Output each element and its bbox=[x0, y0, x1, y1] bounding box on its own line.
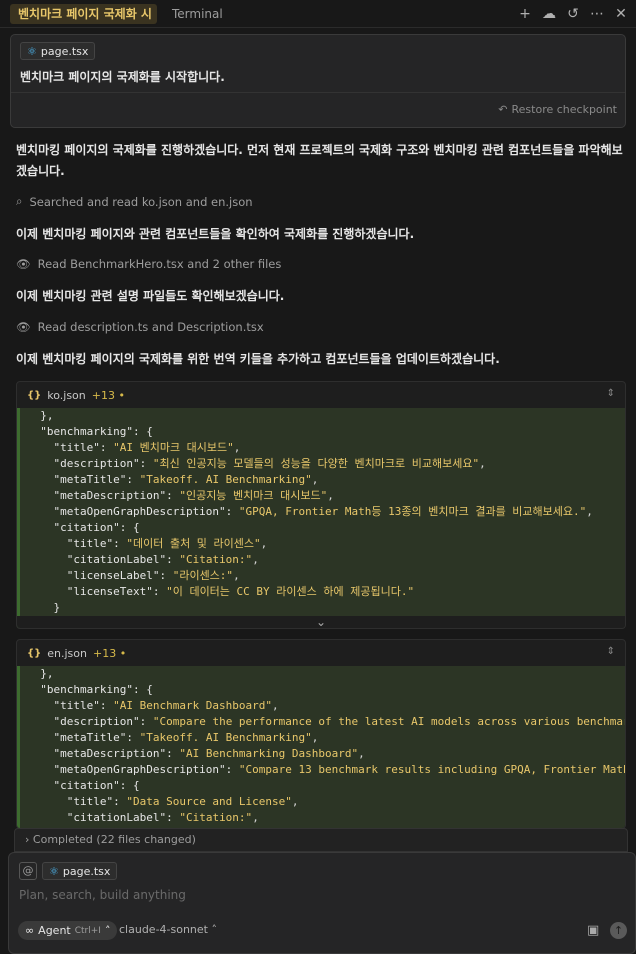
json-icon: {} bbox=[27, 389, 42, 401]
model-selector[interactable]: claude-4-sonnet ˄ bbox=[119, 923, 217, 936]
diff-bar bbox=[17, 666, 20, 828]
close-icon[interactable]: ✕ bbox=[612, 5, 630, 23]
cloud-icon[interactable]: ☁ bbox=[540, 5, 558, 23]
tool-call-label: Read BenchmarkHero.tsx and 2 other files bbox=[37, 257, 282, 271]
code-line: "citationLabel": "Citation:", bbox=[27, 553, 259, 566]
code-block-ko-json[interactable]: {} ko.json +13 • ⇕ }, "benchmarking": { … bbox=[16, 381, 626, 629]
image-icon[interactable]: ▣ bbox=[587, 923, 599, 938]
user-message-text: 벤치마크 페이지의 국제화를 시작합니다. bbox=[20, 70, 225, 84]
search-icon: ⌕ bbox=[16, 194, 23, 208]
agent-shortcut: Ctrl+I bbox=[74, 925, 101, 936]
tool-call-label: Searched and read ko.json and en.json bbox=[29, 194, 253, 209]
chat-input-placeholder[interactable]: Plan, search, build anything bbox=[19, 888, 186, 902]
completed-label: Completed (22 files changed) bbox=[32, 833, 196, 846]
code-line: "citationLabel": "Citation:", bbox=[27, 811, 259, 824]
code-line: "metaOpenGraphDescription": "Compare 13 … bbox=[27, 763, 626, 776]
json-icon: {} bbox=[27, 647, 42, 659]
code-line: "title": "AI 벤치마크 대시보드", bbox=[27, 441, 241, 454]
file-chip[interactable]: ⚛ page.tsx bbox=[42, 862, 118, 880]
tool-call-label: Read description.ts and Description.tsx bbox=[37, 320, 264, 334]
chevron-down-icon[interactable]: ⌄ bbox=[17, 616, 625, 628]
code-line: "benchmarking": { bbox=[27, 425, 153, 438]
restore-checkpoint-button[interactable]: ↶ Restore checkpoint bbox=[498, 103, 617, 116]
code-line: "title": "AI Benchmark Dashboard", bbox=[27, 699, 279, 712]
code-line: "description": "Compare the performance … bbox=[27, 715, 626, 728]
restore-icon: ↶ bbox=[498, 103, 508, 116]
code-line: "metaDescription": "AI Benchmarking Dash… bbox=[27, 747, 365, 760]
react-icon: ⚛ bbox=[49, 864, 59, 878]
more-icon[interactable]: ⋯ bbox=[588, 5, 606, 23]
send-button[interactable]: ↑ bbox=[610, 922, 627, 939]
code-line: "licenseLabel": "라이센스:", bbox=[27, 569, 240, 582]
expand-collapse-icon[interactable]: ⇕ bbox=[607, 646, 615, 657]
code-block-en-json[interactable]: {} en.json +13 • ⇕ }, "benchmarking": { … bbox=[16, 639, 626, 829]
chat-input-box[interactable]: @ ⚛ page.tsx Plan, search, build anythin… bbox=[8, 852, 636, 954]
code-line: "licenseText": "이 데이터는 CC BY 라이센스 하에 제공됩… bbox=[27, 585, 415, 598]
mention-icon[interactable]: @ bbox=[19, 862, 37, 880]
code-block-header: {} ko.json +13 • ⇕ bbox=[17, 382, 625, 408]
code-body: }, "benchmarking": { "title": "AI Benchm… bbox=[17, 666, 626, 828]
assistant-message: 벤치마킹 페이지의 국제화를 진행하겠습니다. 먼저 현재 프로젝트의 국제화 … bbox=[16, 143, 623, 178]
code-line: "citation": { bbox=[27, 779, 140, 792]
code-line: }, bbox=[27, 667, 54, 680]
code-line: "metaDescription": "인공지능 벤치마크 대시보드", bbox=[27, 489, 334, 502]
file-chip-label: page.tsx bbox=[40, 44, 89, 58]
code-line: "metaTitle": "Takeoff. AI Benchmarking", bbox=[27, 473, 319, 486]
top-actions: + ☁ ↺ ⋯ ✕ bbox=[516, 5, 630, 23]
agent-mode-button[interactable]: ∞ Agent Ctrl+I ˄ bbox=[18, 921, 118, 940]
assistant-message: 이제 벤치마킹 페이지와 관련 컴포넌트들을 확인하여 국제화를 진행하겠습니다… bbox=[16, 227, 415, 241]
tab-terminal[interactable]: Terminal bbox=[172, 4, 223, 24]
file-chip-label: page.tsx bbox=[62, 864, 111, 878]
eye-icon: 👁 bbox=[16, 320, 31, 334]
model-label: claude-4-sonnet bbox=[119, 923, 208, 936]
plus-icon[interactable]: + bbox=[516, 5, 534, 23]
expand-collapse-icon[interactable]: ⇕ bbox=[607, 388, 615, 399]
react-icon: ⚛ bbox=[27, 44, 37, 58]
divider bbox=[11, 92, 625, 93]
code-line: "benchmarking": { bbox=[27, 683, 153, 696]
code-body: }, "benchmarking": { "title": "AI 벤치마크 대… bbox=[17, 408, 625, 628]
restore-label: Restore checkpoint bbox=[511, 103, 618, 116]
tool-call-search[interactable]: ⌕ Searched and read ko.json and en.json bbox=[16, 194, 253, 209]
code-line: "metaOpenGraphDescription": "GPQA, Front… bbox=[27, 505, 593, 518]
added-lines-badge: +13 • bbox=[91, 388, 125, 402]
tool-call-read[interactable]: 👁 Read BenchmarkHero.tsx and 2 other fil… bbox=[16, 257, 281, 271]
assistant-message: 이제 벤치마킹 페이지의 국제화를 위한 번역 키들을 추가하고 컴포넌트들을 … bbox=[16, 352, 500, 366]
diff-bar bbox=[17, 408, 20, 628]
added-lines-badge: +13 • bbox=[92, 646, 127, 660]
code-line: "title": "데이터 출처 및 라이센스", bbox=[27, 537, 268, 550]
history-icon[interactable]: ↺ bbox=[564, 5, 582, 23]
eye-icon: 👁 bbox=[16, 257, 31, 271]
tab-benchmark-i18n[interactable]: 벤치마크 페이지 국제화 시 bbox=[10, 4, 157, 24]
assistant-message: 이제 벤치마킹 관련 설명 파일들도 확인해보겠습니다. bbox=[16, 289, 285, 303]
agent-label: Agent bbox=[38, 924, 71, 937]
code-line: "citation": { bbox=[27, 521, 140, 534]
chevron-right-icon: › bbox=[25, 833, 30, 846]
code-line: "description": "최신 인공지능 모델들의 성능을 다양한 벤치마… bbox=[27, 457, 486, 470]
file-chip[interactable]: ⚛ page.tsx bbox=[20, 42, 96, 60]
user-message[interactable]: ⚛ page.tsx 벤치마크 페이지의 국제화를 시작합니다. ↶ Resto… bbox=[10, 34, 626, 128]
code-filename: en.json bbox=[47, 646, 87, 660]
code-line: } bbox=[27, 601, 61, 614]
code-line: "title": "Data Source and License", bbox=[27, 795, 299, 808]
infinity-icon: ∞ bbox=[25, 924, 35, 937]
code-filename: ko.json bbox=[47, 388, 86, 402]
code-line: }, bbox=[27, 409, 54, 422]
chevron-up-icon: ˄ bbox=[104, 924, 111, 937]
tool-call-read[interactable]: 👁 Read description.ts and Description.ts… bbox=[16, 320, 264, 334]
top-tab-bar: 벤치마크 페이지 국제화 시 Terminal + ☁ ↺ ⋯ ✕ bbox=[0, 0, 636, 28]
code-block-header: {} en.json +13 • ⇕ bbox=[17, 640, 625, 666]
completed-files-bar[interactable]: › Completed (22 files changed) bbox=[14, 828, 628, 852]
code-line: "metaTitle": "Takeoff. AI Benchmarking", bbox=[27, 731, 319, 744]
